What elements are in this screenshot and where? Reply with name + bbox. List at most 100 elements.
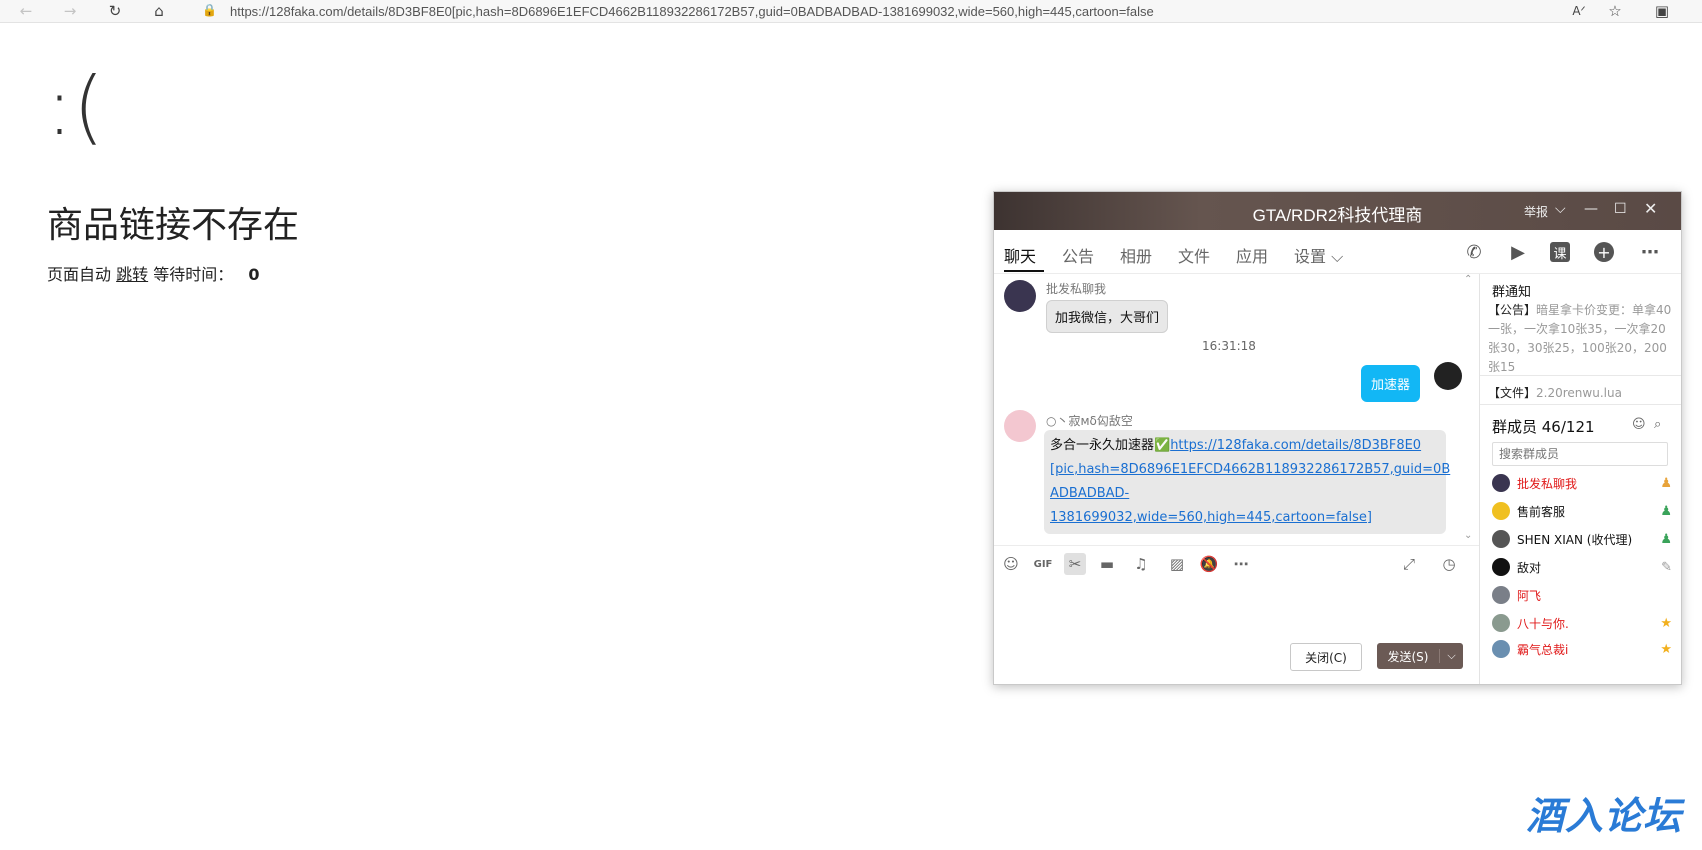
file-name: 2.20renwu.lua [1536,386,1622,400]
member-item[interactable]: 售前客服 ♟ [1492,500,1672,522]
member-item[interactable]: 敌对 ✎ [1492,556,1672,578]
maximize-icon[interactable]: ☐ [1614,201,1627,217]
close-icon[interactable]: ✕ [1644,199,1657,218]
member-name: 批发私聊我 [1517,476,1578,491]
member-item[interactable]: SHEN XIAN (收代理) ♟ [1492,528,1672,550]
class-icon[interactable]: 课 [1550,242,1570,262]
message-sender[interactable]: ○丶寂мδ匃敌空 [1046,412,1133,429]
browser-toolbar: ← → ↻ ⌂ 🔒 https://128faka.com/details/8D… [0,0,1702,23]
add-member-icon[interactable]: ☺ [1632,417,1646,432]
forward-icon[interactable]: → [59,0,81,22]
message-link[interactable]: [pic,hash=8D6896E1EFCD4662B118932286172B… [1050,462,1450,477]
read-aloud-icon[interactable]: Aᐟ [1568,0,1590,22]
history-clock-icon[interactable]: ◷ [1438,553,1460,575]
send-label[interactable]: 发送(S) [1377,648,1439,665]
edit-icon[interactable]: ✎ [1661,560,1672,575]
tab-files[interactable]: 文件 [1178,243,1210,267]
avatar [1492,614,1510,632]
admin-badge-icon: ♟ [1660,531,1672,547]
close-button[interactable]: 关闭(C) [1290,643,1362,671]
avatar [1492,474,1510,492]
member-search-input[interactable] [1492,442,1668,466]
gif-icon[interactable]: GIF [1032,553,1054,575]
redirect-wait-label: 等待时间： [153,265,234,284]
voice-call-icon[interactable]: ✆ [1462,240,1486,264]
message-input[interactable] [994,580,1479,636]
scroll-down-icon[interactable]: ⌄ [1464,530,1472,541]
tab-chat[interactable]: 聊天 [1004,243,1036,267]
message-bubble[interactable]: 多合一永久加速器✅https://128faka.com/details/8D3… [1044,430,1450,534]
image-icon[interactable]: ▨ [1166,553,1188,575]
redirect-link[interactable]: 跳转 [116,265,148,284]
member-item[interactable]: 阿飞 [1492,584,1672,606]
sad-face-emoticon: :( [46,60,105,153]
folder-icon[interactable]: ▬ [1096,553,1118,575]
scroll-up-icon[interactable]: ⌃ [1464,274,1472,285]
add-icon[interactable]: + [1594,242,1614,262]
page-title: 商品链接不存在 [47,205,300,246]
message-link[interactable]: https://128faka.com/details/8D3BF8E0 [1170,438,1421,453]
report-button[interactable]: 举报 [1524,203,1548,220]
emoji-icon[interactable]: ☺ [1000,553,1022,575]
member-item[interactable]: 八十与你. ★ [1492,612,1672,634]
group-side-panel: 群通知 【公告】暗星拿卡价变更：单拿40一张，一次拿10张35，一次拿20张30… [1479,274,1681,684]
notice-content[interactable]: 【公告】暗星拿卡价变更：单拿40一张，一次拿10张35，一次拿20张30，30张… [1488,301,1672,377]
member-name: 阿飞 [1517,588,1542,603]
message-list[interactable]: ⌃ 批发私聊我 加我微信，大哥们 16:31:18 加速器 ○丶寂мδ匃敌空 多… [994,274,1479,544]
scissors-icon[interactable]: ✂ [1064,553,1086,575]
message-bubble-self[interactable]: 加速器 [1361,365,1421,402]
video-call-icon[interactable]: ▶ [1506,240,1530,264]
avatar[interactable] [1004,280,1036,312]
minimize-icon[interactable]: — [1584,201,1598,217]
notice-header: 群通知 [1492,285,1532,300]
divider [1480,375,1681,376]
member-item[interactable]: 批发私聊我 ♟ [1492,472,1672,494]
address-bar[interactable]: 🔒 https://128faka.com/details/8D3BF8E0[p… [188,0,1588,22]
message-link[interactable]: ADBADBAD-1381699032,wide=560,high=445,ca… [1050,486,1372,525]
url-text[interactable]: https://128faka.com/details/8D3BF8E0[pic… [230,4,1154,19]
group-file-item[interactable]: 【文件】2.20renwu.lua [1488,384,1622,401]
chat-tabs: 聊天 公告 相册 文件 应用 设置 ⌵ ✆ ▶ 课 + ⋯ [994,230,1681,274]
member-name: 霸气总裁i [1517,642,1569,657]
message-bubble[interactable]: 加我微信，大哥们 [1046,300,1169,333]
avatar [1492,530,1510,548]
search-icon[interactable]: ⌕ [1654,417,1661,432]
tab-album[interactable]: 相册 [1120,243,1152,267]
avatar [1492,502,1510,520]
window-title: GTA/RDR2科技代理商 [1252,206,1423,225]
tab-announcement[interactable]: 公告 [1062,243,1094,267]
notice-tag: 【公告】 [1488,303,1537,317]
send-button[interactable]: 发送(S) ⌵ [1377,643,1463,669]
message-text: 多合一永久加速器✅ [1050,438,1171,453]
chevron-down-icon[interactable]: ⌵ [1555,201,1566,217]
home-icon[interactable]: ⌂ [148,0,170,22]
message-sender[interactable]: 批发私聊我 [1046,280,1106,297]
more-tools-icon[interactable]: ⋯ [1230,553,1252,575]
favorite-add-icon[interactable]: ☆ [1604,0,1626,22]
mute-bell-icon[interactable]: 🔕 [1198,553,1220,575]
message-timestamp: 16:31:18 [1202,339,1256,353]
active-tab-indicator [1004,270,1044,272]
file-tag: 【文件】 [1488,386,1537,400]
avatar-self[interactable] [1434,362,1462,390]
forum-watermark-logo: 酒入论坛 [1526,794,1683,838]
member-item[interactable]: 霸气总裁i ★ [1492,638,1672,660]
tab-apps[interactable]: 应用 [1236,243,1268,267]
back-icon[interactable]: ← [15,0,37,22]
star-badge-icon: ★ [1660,615,1672,631]
redirect-notice: 页面自动 跳转 等待时间： 0 [47,261,259,285]
divider [1480,404,1681,405]
expand-icon[interactable]: ⤢ [1398,553,1420,575]
tab-settings[interactable]: 设置 ⌵ [1294,243,1343,267]
owner-badge-icon: ♟ [1660,475,1672,491]
collections-icon[interactable]: ▣ [1651,0,1673,22]
music-icon[interactable]: ♫ [1130,553,1152,575]
member-name: SHEN XIAN (收代理) [1517,532,1633,547]
page-info-icon[interactable]: 🔒 [202,3,217,17]
send-options-chevron-icon[interactable]: ⌵ [1439,649,1463,663]
avatar[interactable] [1004,410,1036,442]
window-titlebar[interactable]: GTA/RDR2科技代理商 举报 ⌵ — ☐ ✕ [994,192,1681,230]
more-icon[interactable]: ⋯ [1638,240,1662,264]
refresh-icon[interactable]: ↻ [104,0,126,22]
avatar [1492,558,1510,576]
